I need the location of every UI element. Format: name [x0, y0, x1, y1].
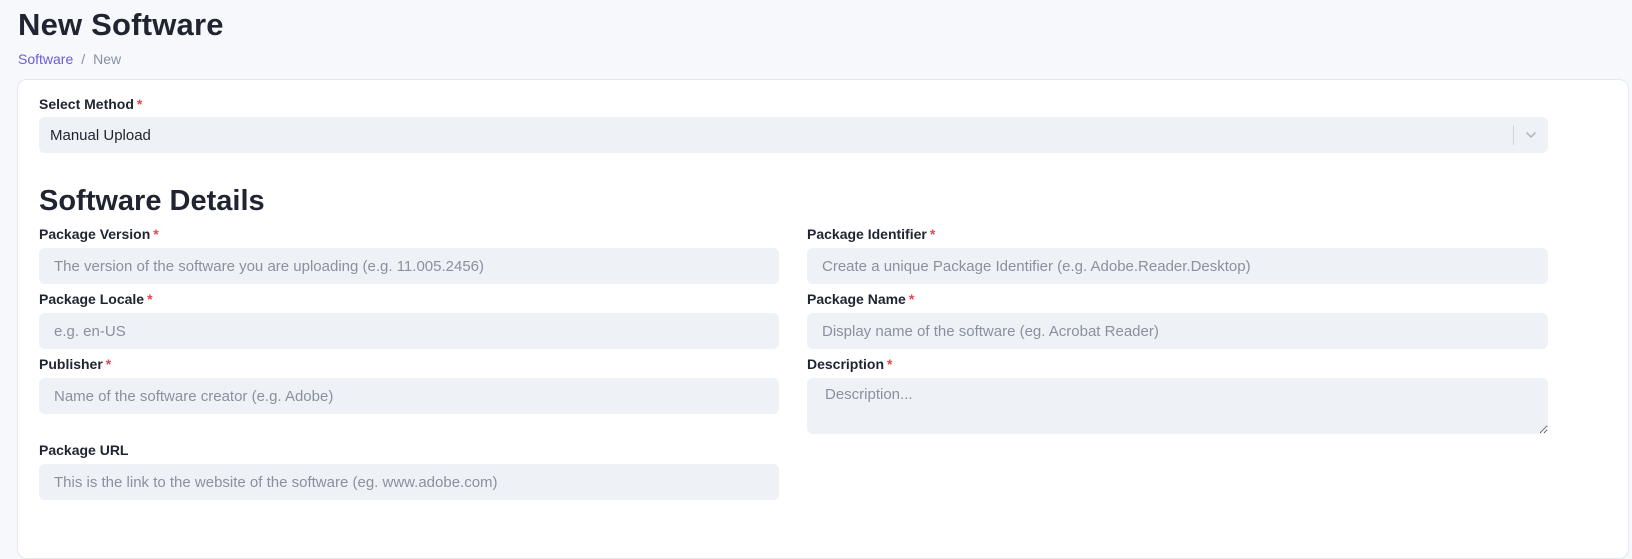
package-identifier-label-text: Package Identifier	[807, 226, 927, 242]
page-title: New Software	[18, 7, 224, 42]
required-mark: *	[908, 291, 915, 307]
package-url-label: Package URL	[39, 441, 128, 459]
breadcrumb: Software / New	[18, 50, 224, 68]
software-form-card: Select Method * Manual Upload Software De…	[17, 79, 1629, 559]
package-identifier-input[interactable]	[807, 248, 1548, 284]
package-locale-input[interactable]	[39, 313, 779, 349]
required-mark: *	[105, 356, 112, 372]
required-mark: *	[887, 356, 893, 372]
required-mark: *	[147, 291, 153, 307]
package-name-input[interactable]	[807, 313, 1548, 349]
required-mark: *	[136, 96, 143, 112]
package-locale-label: Package Locale *	[39, 290, 153, 308]
breadcrumb-separator: /	[81, 51, 86, 67]
package-locale-label-text: Package Locale	[39, 291, 145, 307]
package-url-input[interactable]	[39, 464, 779, 500]
package-version-label: Package Version *	[39, 225, 159, 243]
description-textarea[interactable]	[807, 378, 1548, 434]
select-method-label: Select Method *	[39, 95, 142, 113]
required-mark: *	[929, 226, 936, 242]
description-label: Description *	[807, 355, 892, 373]
select-method-value: Manual Upload	[50, 126, 151, 144]
breadcrumb-software-link[interactable]: Software	[18, 50, 73, 68]
chevron-down-icon[interactable]	[1514, 117, 1548, 153]
package-version-input[interactable]	[39, 248, 779, 284]
package-url-label-text: Package URL	[39, 442, 129, 458]
description-label-text: Description	[807, 356, 885, 372]
publisher-input[interactable]	[39, 378, 779, 414]
select-method-dropdown[interactable]: Manual Upload	[39, 117, 1548, 153]
package-identifier-label: Package Identifier *	[807, 225, 935, 243]
package-name-label-text: Package Name	[807, 291, 906, 307]
page-header: New Software Software / New	[18, 6, 224, 68]
select-method-label-text: Select Method	[39, 96, 134, 112]
package-version-label-text: Package Version	[39, 226, 151, 242]
publisher-label: Publisher *	[39, 355, 111, 373]
breadcrumb-current: New	[93, 51, 122, 67]
section-title-software-details: Software Details	[39, 185, 265, 217]
package-name-label: Package Name *	[807, 290, 914, 308]
publisher-label-text: Publisher	[39, 356, 103, 372]
required-mark: *	[153, 226, 159, 242]
